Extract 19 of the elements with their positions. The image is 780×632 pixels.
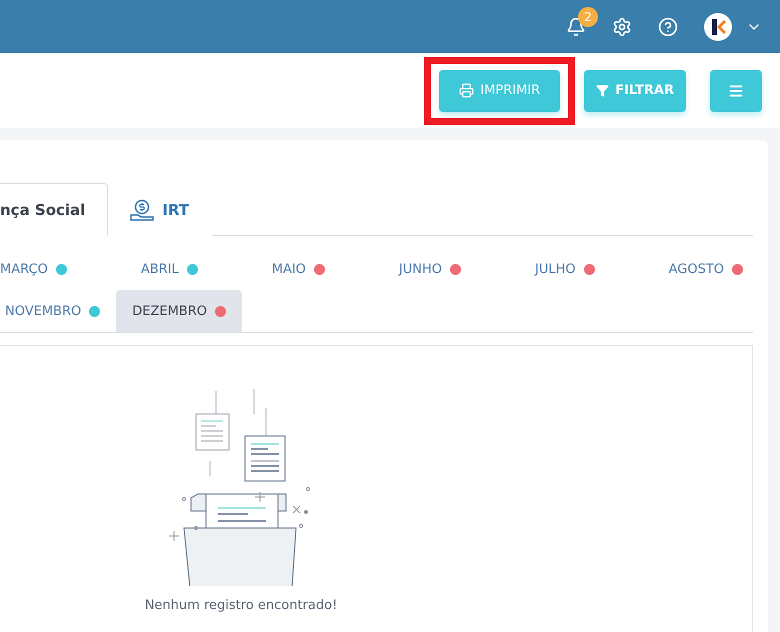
printer-icon	[459, 83, 474, 98]
avatar-icon[interactable]	[704, 12, 732, 40]
tab[interactable]: nça Social	[0, 183, 108, 236]
month-tab[interactable]: NOVEMBRO	[0, 290, 116, 332]
empty-message: Nenhum registro encontrado!	[144, 598, 338, 613]
month-tab[interactable]: MARÇO	[0, 248, 83, 290]
month-tab[interactable]: MAIO	[256, 248, 341, 290]
filter-icon	[596, 84, 610, 97]
money-hand-icon	[130, 199, 154, 221]
menu-icon	[728, 82, 744, 98]
month-tab[interactable]: JUNHO	[382, 248, 478, 290]
month-tab[interactable]: JULHO	[519, 248, 611, 290]
notification-badge: 2	[578, 6, 598, 26]
settings-icon[interactable]	[612, 16, 632, 36]
bell-icon[interactable]	[566, 16, 586, 36]
month-tab[interactable]: ABRIL	[124, 248, 214, 290]
month-tab[interactable]: DEZEMBRO	[116, 290, 242, 332]
help-icon[interactable]	[658, 16, 678, 36]
month-tab[interactable]: AGOSTO	[652, 248, 760, 290]
